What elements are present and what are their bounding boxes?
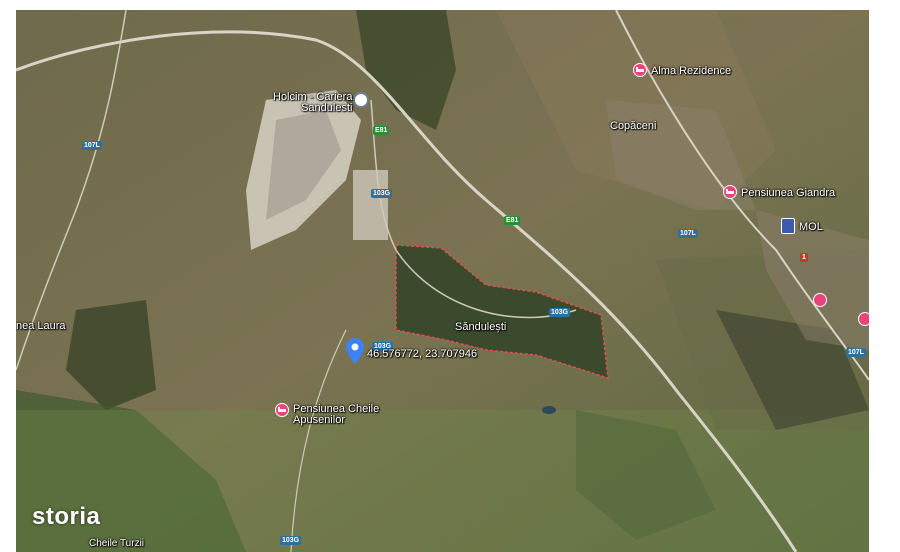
mol-label: MOL xyxy=(799,221,823,233)
fuel-station-icon[interactable] xyxy=(781,218,795,234)
road-shield-103g: 103G xyxy=(280,536,302,545)
copaceni-label: Copăceni xyxy=(610,120,657,132)
hotel-icon[interactable] xyxy=(275,403,289,417)
road-shield-107l: 107L xyxy=(82,141,102,150)
cheile-turzii-label: Cheile Turzii xyxy=(89,538,145,549)
pensiunea-giandra-label: Pensiunea Giandra xyxy=(741,187,836,199)
sandulesti-label: Săndulești xyxy=(455,321,507,333)
road-shield-e81: E81 xyxy=(373,126,390,135)
storia-logo: storia xyxy=(32,503,101,530)
road-shield-103g: 103G xyxy=(371,189,393,198)
laura-label: nea Laura xyxy=(16,320,66,332)
quarry-poi-icon[interactable] xyxy=(353,92,369,108)
hotel-icon[interactable] xyxy=(633,63,647,77)
pensiunea-cheile-apusenilor-label: Pensiunea Cheile Apusenilor xyxy=(293,403,380,426)
road-shield-1: 1 xyxy=(800,253,808,262)
alma-rezidence-label: Alma Rezidence xyxy=(651,65,732,77)
road-shield-103g: 103G xyxy=(549,308,571,317)
satellite-map[interactable]: 107L 107L 107L E81 E81 103G 103G 103G 10… xyxy=(16,10,869,552)
hotel-icon[interactable] xyxy=(858,312,869,326)
road-shield-107l: 107L xyxy=(846,348,866,357)
hotel-icon[interactable] xyxy=(723,185,737,199)
holcim-label: Holcim - Cariera Sandulesti xyxy=(273,91,353,114)
road-shield-107l: 107L xyxy=(678,229,698,238)
location-pin-icon[interactable] xyxy=(346,338,364,364)
coordinates-label: 46.576772, 23.707946 xyxy=(367,348,478,360)
hotel-icon[interactable] xyxy=(813,293,827,307)
map-imagery xyxy=(16,10,869,552)
road-shield-e81: E81 xyxy=(504,216,521,225)
